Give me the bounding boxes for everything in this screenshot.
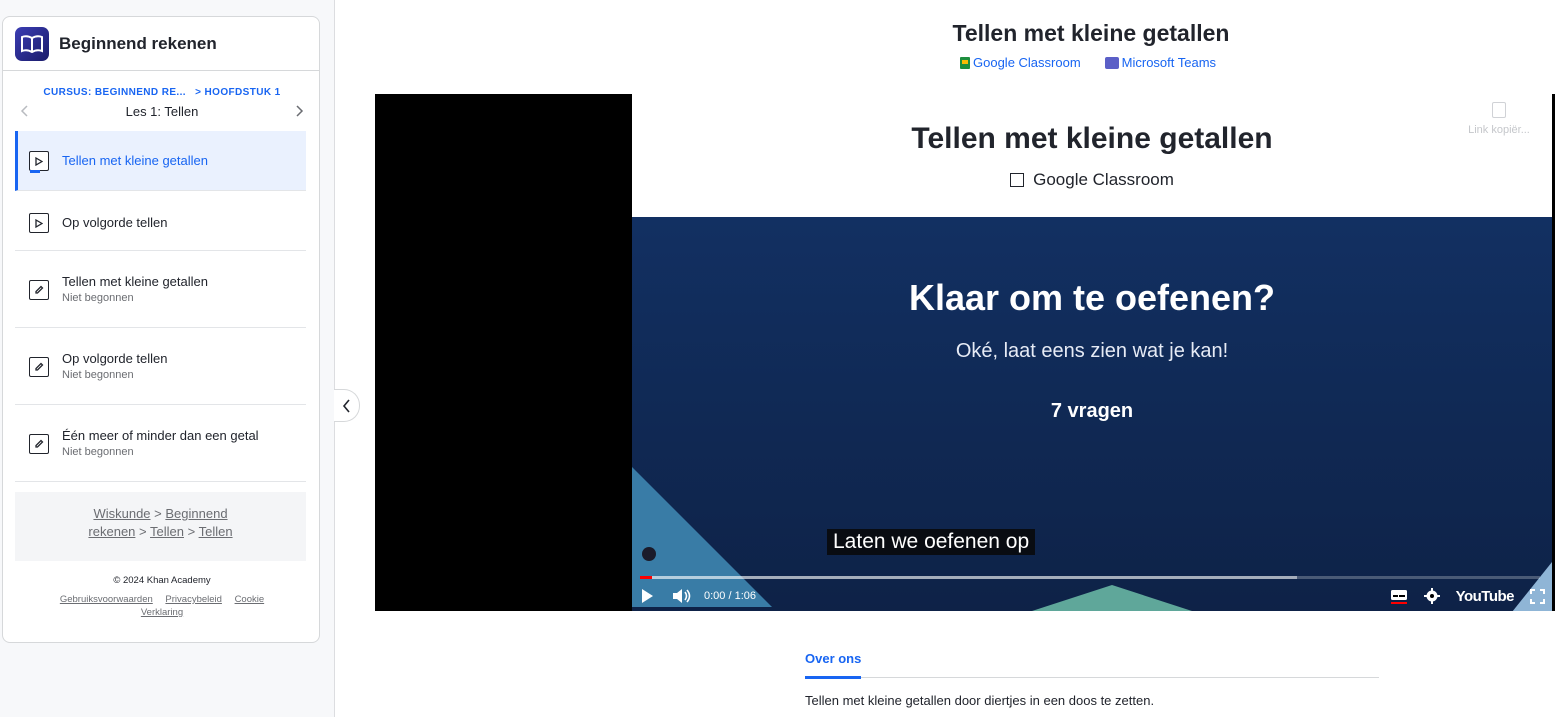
timeline-played: [640, 576, 652, 579]
lesson-item-exercise-2[interactable]: Op volgorde tellen Niet begonnen: [15, 328, 306, 405]
slide-subline: Oké, laat eens zien wat je kan!: [955, 340, 1229, 362]
timeline-buffered: [640, 576, 1297, 579]
lesson-item-video-2[interactable]: Op volgorde tellen: [15, 191, 306, 251]
breadcrumb-tellen-lesson-link[interactable]: Tellen: [199, 524, 233, 539]
copy-link-button[interactable]: Link kopiër...: [1464, 102, 1534, 136]
chevron-left-icon: [342, 398, 350, 413]
lesson-item-title: Één meer of minder dan een getal: [62, 428, 259, 443]
lesson-item-exercise-1[interactable]: Tellen met kleine getallen Niet begonnen: [15, 251, 306, 328]
youtube-logo-link[interactable]: YouTube: [1456, 588, 1515, 605]
prev-lesson-chevron-left-icon[interactable]: [17, 104, 31, 118]
settings-button[interactable]: [1423, 584, 1440, 608]
lesson-item-video-1[interactable]: Tellen met kleine getallen: [15, 131, 306, 191]
page-title: Tellen met kleine getallen: [952, 20, 1230, 46]
fullscreen-icon: [1530, 588, 1545, 604]
lesson-item-status: Niet begonnen: [62, 292, 134, 304]
gear-icon: [1423, 588, 1440, 604]
share-links: Google Classroom Microsoft Teams: [960, 55, 1216, 70]
google-classroom-icon: [960, 56, 970, 69]
lesson-title: Les 1: Tellen: [125, 103, 199, 119]
play-icon: [642, 589, 653, 603]
microsoft-teams-icon: [1104, 56, 1119, 69]
video-frame-google-classroom: Google Classroom: [632, 170, 1552, 190]
play-button[interactable]: [640, 584, 654, 608]
lesson-item-title: Op volgorde tellen: [62, 215, 168, 230]
breadcrumb-course-link[interactable]: CURSUS: BEGINNEND RE...: [43, 87, 186, 98]
lesson-item-exercise-3[interactable]: Één meer of minder dan een getal Niet be…: [15, 405, 306, 482]
pencil-exercise-icon: [29, 280, 49, 300]
fullscreen-button[interactable]: [1530, 584, 1545, 608]
lesson-item-list: Tellen met kleine getallen Op volgorde t…: [15, 131, 306, 482]
book-icon: [15, 26, 49, 61]
volume-button[interactable]: [672, 584, 692, 608]
video-progress-indicator: [30, 170, 40, 173]
volume-icon: [673, 589, 691, 603]
course-breadcrumb-footer: Wiskunde > Beginnend rekenen > Tellen > …: [15, 492, 306, 561]
lesson-item-status: Niet begonnen: [62, 446, 134, 458]
next-lesson-chevron-right-icon[interactable]: [293, 104, 307, 118]
slide-question-count: 7 vragen: [1050, 400, 1134, 422]
subtitles-icon: [1390, 589, 1407, 604]
video-caption: Laten we oefenen op: [827, 529, 1036, 555]
terms-link[interactable]: Gebruiksvoorwaarden: [60, 594, 153, 605]
breadcrumb-rekenen-link[interactable]: rekenen: [88, 524, 135, 539]
breadcrumb-tellen-unit-link[interactable]: Tellen: [150, 524, 184, 539]
play-video-icon: [29, 151, 49, 173]
subtitles-button[interactable]: [1390, 584, 1408, 608]
lesson-item-title: Tellen met kleine getallen: [62, 274, 208, 289]
slide-headline: Klaar om te oefenen?: [908, 277, 1276, 318]
pencil-exercise-icon: [29, 434, 49, 454]
pencil-exercise-icon: [29, 357, 49, 377]
copy-icon: [1492, 102, 1506, 118]
video-frame-header: Tellen met kleine getallen Google Classr…: [632, 94, 1552, 217]
course-title: Beginnend rekenen: [59, 33, 217, 53]
tab-over-ons[interactable]: Over ons: [805, 651, 862, 679]
collapse-sidebar-button[interactable]: [334, 389, 360, 422]
lesson-breadcrumb: CURSUS: BEGINNEND RE... > HOOFDSTUK 1: [3, 87, 321, 98]
google-classroom-icon: [1010, 173, 1025, 187]
cookie-link[interactable]: Cookie: [235, 594, 265, 605]
course-sidebar: Beginnend rekenen CURSUS: BEGINNEND RE..…: [2, 16, 320, 643]
share-microsoft-teams-link[interactable]: Microsoft Teams: [1104, 55, 1217, 70]
video-frame: Tellen met kleine getallen Google Classr…: [632, 94, 1552, 611]
video-description: Tellen met kleine getallen door diertjes…: [805, 693, 1155, 708]
course-header[interactable]: Beginnend rekenen: [3, 17, 319, 71]
content-tabs: Over ons: [805, 650, 1379, 679]
video-frame-google-label: Google Classroom: [1033, 170, 1174, 189]
lesson-item-title: Op volgorde tellen: [62, 351, 168, 366]
video-controls: 0:00 / 1:06 YouTube: [640, 584, 1545, 608]
lesson-item-status: Niet begonnen: [62, 369, 134, 381]
lesson-item-title: Tellen met kleine getallen: [62, 153, 208, 168]
breadcrumb-wiskunde-link[interactable]: Wiskunde: [93, 506, 150, 521]
decorative-eye: [642, 547, 656, 561]
copyright-text: © 2024 Khan Academy: [113, 575, 211, 586]
share-teams-label: Microsoft Teams: [1121, 55, 1217, 70]
video-timeline-scrubber[interactable]: [640, 576, 1540, 579]
breadcrumb-chapter-link[interactable]: > HOOFDSTUK 1: [195, 87, 281, 98]
play-video-icon: [29, 213, 49, 233]
breadcrumb-separator: >: [154, 506, 162, 521]
video-content-slide: Klaar om te oefenen? Oké, laat eens zien…: [632, 217, 1552, 611]
footer-links: Gebruiksvoorwaarden Privacybeleid Cookie…: [43, 593, 281, 619]
cookie-statement-link[interactable]: Verklaring: [141, 607, 183, 618]
video-frame-title: Tellen met kleine getallen: [911, 122, 1273, 155]
video-time: 0:00 / 1:06: [704, 590, 756, 602]
breadcrumb-beginnend-link[interactable]: Beginnend: [165, 506, 227, 521]
share-google-label: Google Classroom: [973, 55, 1081, 70]
privacy-link[interactable]: Privacybeleid: [165, 594, 222, 605]
share-google-classroom-link[interactable]: Google Classroom: [960, 55, 1081, 70]
lesson-nav: Les 1: Tellen: [3, 101, 321, 121]
copy-link-label: Link kopiër...: [1468, 124, 1530, 136]
breadcrumb-separator: >: [139, 524, 147, 539]
breadcrumb-separator: >: [187, 524, 196, 539]
video-player[interactable]: Tellen met kleine getallen Google Classr…: [375, 94, 1555, 611]
